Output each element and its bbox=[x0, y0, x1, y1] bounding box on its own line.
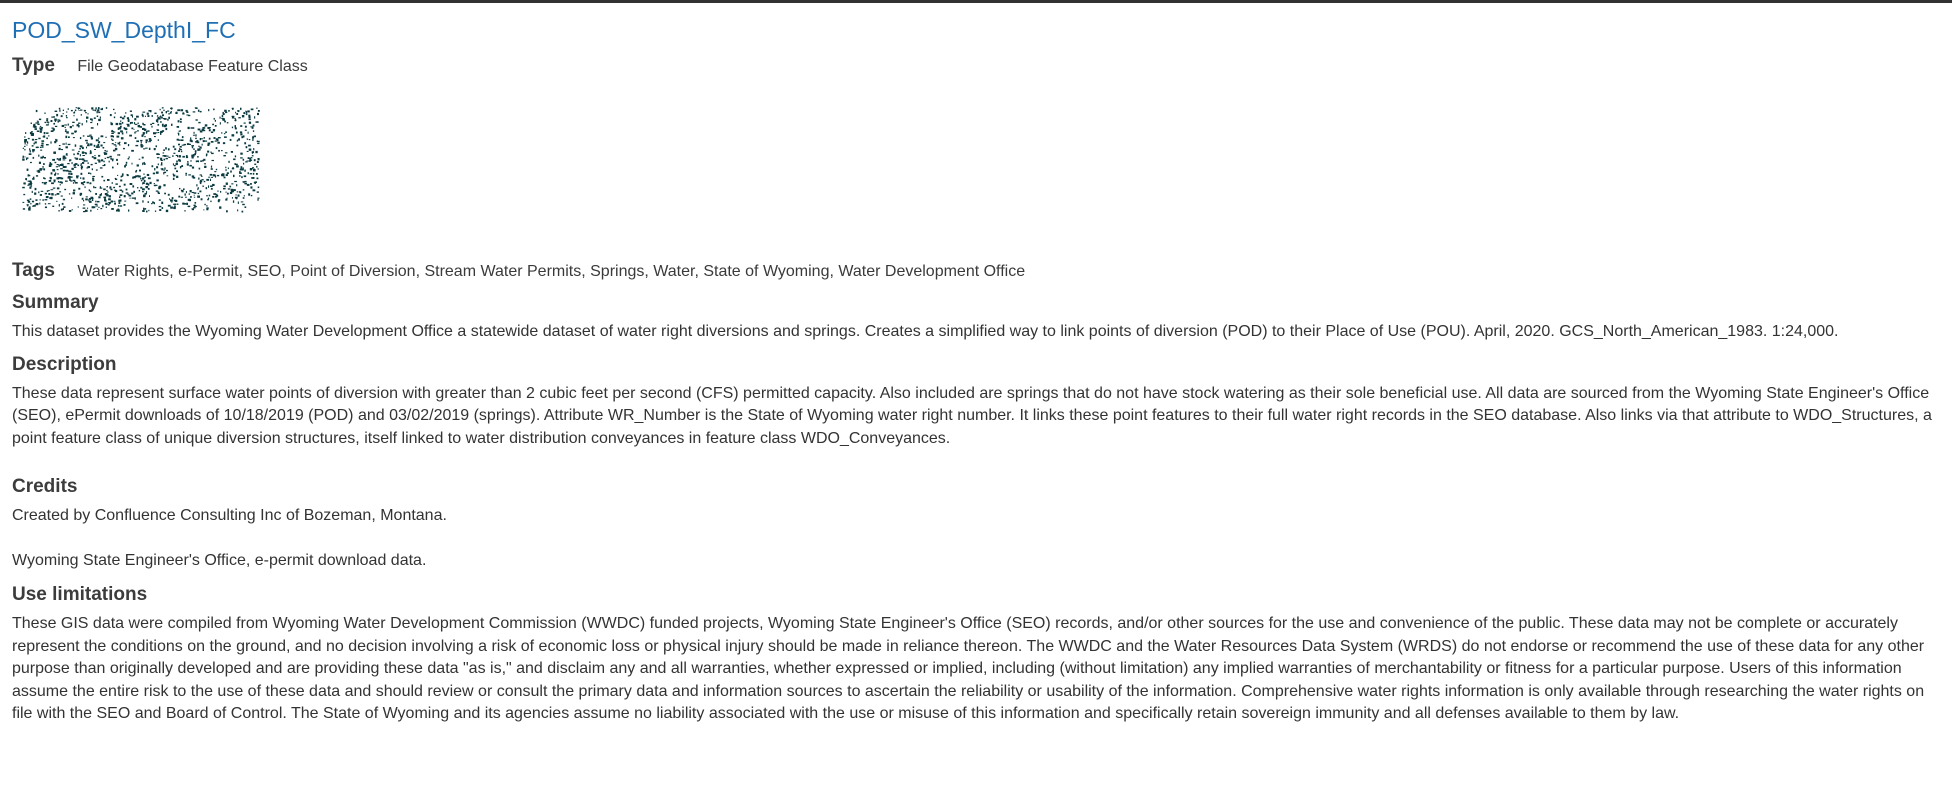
tags-value: Water Rights, e-Permit, SEO, Point of Di… bbox=[77, 263, 1026, 280]
tags-row: Tags Water Rights, e-Permit, SEO, Point … bbox=[12, 258, 1937, 285]
metadata-page: POD_SW_DepthI_FC Type File Geodatabase F… bbox=[12, 14, 1937, 726]
credits-heading: Credits bbox=[12, 476, 78, 497]
type-row: Type File Geodatabase Feature Class bbox=[12, 54, 1937, 79]
use-limitations-heading: Use limitations bbox=[12, 584, 148, 605]
summary-heading: Summary bbox=[12, 292, 99, 313]
summary-text: This dataset provides the Wyoming Water … bbox=[12, 323, 1839, 340]
map-thumbnail-image bbox=[22, 107, 260, 213]
description-text: These data represent surface water point… bbox=[12, 384, 1932, 447]
tags-label: Tags bbox=[12, 260, 55, 281]
type-value: File Geodatabase Feature Class bbox=[77, 58, 308, 75]
type-label: Type bbox=[12, 55, 55, 76]
credits-line-1: Created by Confluence Consulting Inc of … bbox=[12, 507, 447, 524]
use-limitations-text: These GIS data were compiled from Wyomin… bbox=[12, 615, 1925, 722]
item-title: POD_SW_DepthI_FC bbox=[12, 17, 236, 43]
description-heading: Description bbox=[12, 353, 117, 375]
credits-line-2: Wyoming State Engineer's Office, e-permi… bbox=[12, 551, 427, 569]
window-top-border bbox=[0, 0, 1952, 3]
